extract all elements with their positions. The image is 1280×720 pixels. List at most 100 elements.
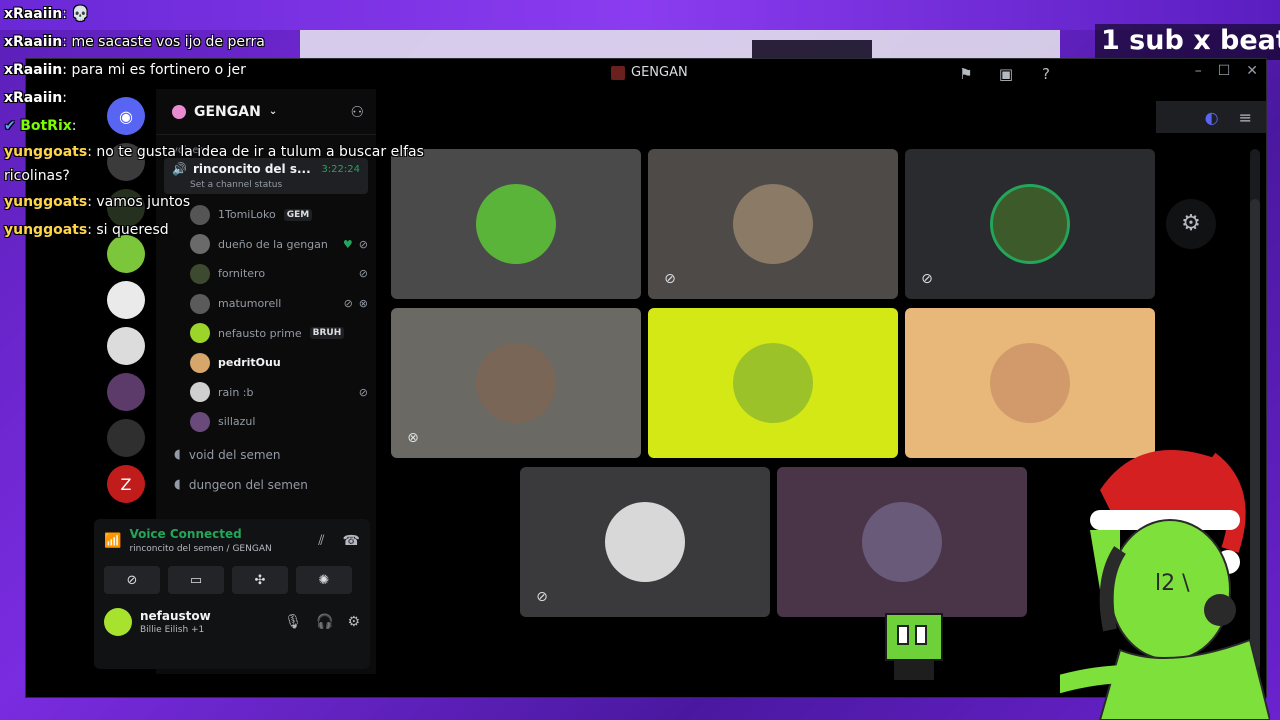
video-grid: ⊘ ⊘ ⊗ ⊘ xyxy=(391,149,1156,629)
chat-user: xRaaiin xyxy=(4,62,63,78)
stream-banner: 1 sub x beat xyxy=(1095,24,1280,60)
avatar xyxy=(733,184,813,264)
voice-user[interactable]: nefausto prime BRUH xyxy=(190,318,376,348)
mic-muted-icon: ⊘ xyxy=(536,589,548,605)
avatar xyxy=(190,352,210,373)
menu-icon[interactable]: ≡ xyxy=(1239,108,1252,127)
user-panel: nefaustow Billie Eilish +1 🎙 🎧 ⚙ xyxy=(104,608,360,636)
participant-tile[interactable] xyxy=(648,308,898,458)
mic-muted-icon: ⊘ xyxy=(921,271,933,287)
chat-message: yunggoats: si queresd xyxy=(4,222,169,238)
avatar xyxy=(990,184,1070,264)
chat-message: xRaaiin: para mi es fortinero o jer xyxy=(4,62,246,78)
maximize-icon[interactable]: ☐ xyxy=(1218,63,1231,79)
voice-activity-icon[interactable]: ◐ xyxy=(1205,108,1219,127)
voice-channel[interactable]: ◖ dungeon del semen xyxy=(156,467,376,497)
minimize-icon[interactable]: – xyxy=(1195,63,1202,79)
screen-share-button[interactable]: ▭ xyxy=(168,566,224,594)
deafened-icon: ⊗ xyxy=(407,430,419,446)
svg-text:l2 \: l2 \ xyxy=(1155,571,1190,596)
server-icon xyxy=(611,65,625,80)
speaker-icon: ◖ xyxy=(174,477,181,493)
help-icon[interactable]: ? xyxy=(1036,64,1056,84)
activities-button[interactable]: ✣ xyxy=(232,566,288,594)
camera-off-icon: ⊘ xyxy=(126,572,138,588)
voice-channel-name: dungeon del semen xyxy=(188,477,308,492)
participant-tile[interactable]: ⊘ xyxy=(905,149,1155,299)
stream-chat-overlay: xRaaiin: 💀 xRaaiin: me sacaste vos ijo d… xyxy=(0,0,460,270)
server-avatar[interactable] xyxy=(107,281,145,319)
voice-user-name: sillazul xyxy=(218,415,256,429)
microphone-icon[interactable]: 🎙 xyxy=(284,614,302,630)
participant-tile[interactable]: ⊘ xyxy=(520,467,770,617)
mic-muted-icon: ⊘ xyxy=(664,271,676,287)
voice-channel[interactable]: ◖ void del semen xyxy=(156,437,376,467)
disconnect-icon[interactable]: ☎ xyxy=(343,533,360,549)
avatar xyxy=(190,293,210,314)
avatar xyxy=(862,502,942,582)
participant-tile[interactable] xyxy=(777,467,1027,617)
screen-share-icon: ▭ xyxy=(189,572,203,588)
chat-message: yunggoats: vamos juntos xyxy=(4,194,191,210)
voice-status[interactable]: Voice Connected xyxy=(129,527,271,541)
voice-user[interactable]: matumorell ⊘ ⊗ xyxy=(190,289,376,319)
speaker-icon: ◖ xyxy=(174,447,181,463)
username[interactable]: nefaustow xyxy=(140,609,211,623)
avatar xyxy=(605,502,685,582)
avatar xyxy=(190,411,210,432)
voice-connection-panel: 📶 Voice Connected rinconcito del semen /… xyxy=(94,519,370,669)
rightbar-header: ◐ ≡ xyxy=(1156,101,1266,133)
participant-tile[interactable]: ⊘ xyxy=(648,149,898,299)
avatar xyxy=(476,184,556,264)
chat-text: para mi es fortinero o jer xyxy=(71,62,246,78)
soundboard-button[interactable]: ✺ xyxy=(296,566,352,594)
voice-user[interactable]: rain :b ⊘ xyxy=(190,378,376,408)
participant-tile[interactable]: ⊗ xyxy=(391,308,641,458)
window-controls: – ☐ ✕ xyxy=(1195,63,1258,79)
avatar xyxy=(190,382,210,403)
noise-suppression-icon[interactable]: ⫽ xyxy=(318,533,324,549)
voice-channel-name: void del semen xyxy=(188,447,281,462)
titlebar-tools: ⚑ ▣ ? xyxy=(956,64,1056,84)
voice-location[interactable]: rinconcito del semen / GENGAN xyxy=(129,544,271,554)
avatar xyxy=(190,323,210,344)
voice-user-name: matumorell xyxy=(218,297,282,311)
window-title-text: GENGAN xyxy=(631,65,688,80)
server-avatar[interactable] xyxy=(107,419,145,457)
voice-user[interactable]: pedritOuu xyxy=(190,348,376,378)
chat-message: xRaaiin: 💀 xyxy=(4,6,89,22)
gear-icon[interactable]: ⚙ xyxy=(1166,199,1216,249)
mini-mascot-icon xyxy=(885,613,943,680)
activities-icon: ✣ xyxy=(254,572,266,588)
chat-user: xRaaiin xyxy=(4,90,63,106)
mic-muted-icon: ⊘ xyxy=(343,297,353,311)
voice-user[interactable]: sillazul xyxy=(190,407,376,437)
chat-text: 💀 xyxy=(71,6,89,22)
gear-icon[interactable]: ⚙ xyxy=(347,614,360,630)
avatar xyxy=(733,343,813,423)
streamer-mascot-icon: l2 \ xyxy=(1060,450,1270,720)
server-avatar[interactable] xyxy=(107,373,145,411)
close-icon[interactable]: ✕ xyxy=(1246,63,1258,79)
avatar xyxy=(990,343,1070,423)
chat-text: si queresd xyxy=(96,222,169,238)
server-avatar[interactable]: Z xyxy=(107,465,145,503)
server-avatar[interactable] xyxy=(107,327,145,365)
chat-text: me sacaste vos ijo de perra xyxy=(71,34,265,50)
user-tag: BRUH xyxy=(309,327,345,340)
headphones-icon[interactable]: 🎧 xyxy=(316,614,333,630)
chat-user: BotRix xyxy=(20,118,72,134)
camera-off-button[interactable]: ⊘ xyxy=(104,566,160,594)
participant-tile[interactable] xyxy=(905,308,1155,458)
voice-user-name: rain :b xyxy=(218,385,254,399)
chat-message: yunggoats: no te gusta la idea de ir a t… xyxy=(4,144,424,184)
inbox-icon[interactable]: ▣ xyxy=(996,64,1016,84)
chat-text: vamos juntos xyxy=(96,194,191,210)
chat-user: xRaaiin xyxy=(4,34,63,50)
voice-user-name: pedritOuu xyxy=(218,356,281,370)
signal-icon[interactable]: 📶 xyxy=(104,533,121,549)
avatar xyxy=(476,343,556,423)
flag-icon[interactable]: ⚑ xyxy=(956,64,976,84)
avatar[interactable] xyxy=(104,608,132,636)
chat-message: ✔ BotRix: xyxy=(4,118,77,134)
